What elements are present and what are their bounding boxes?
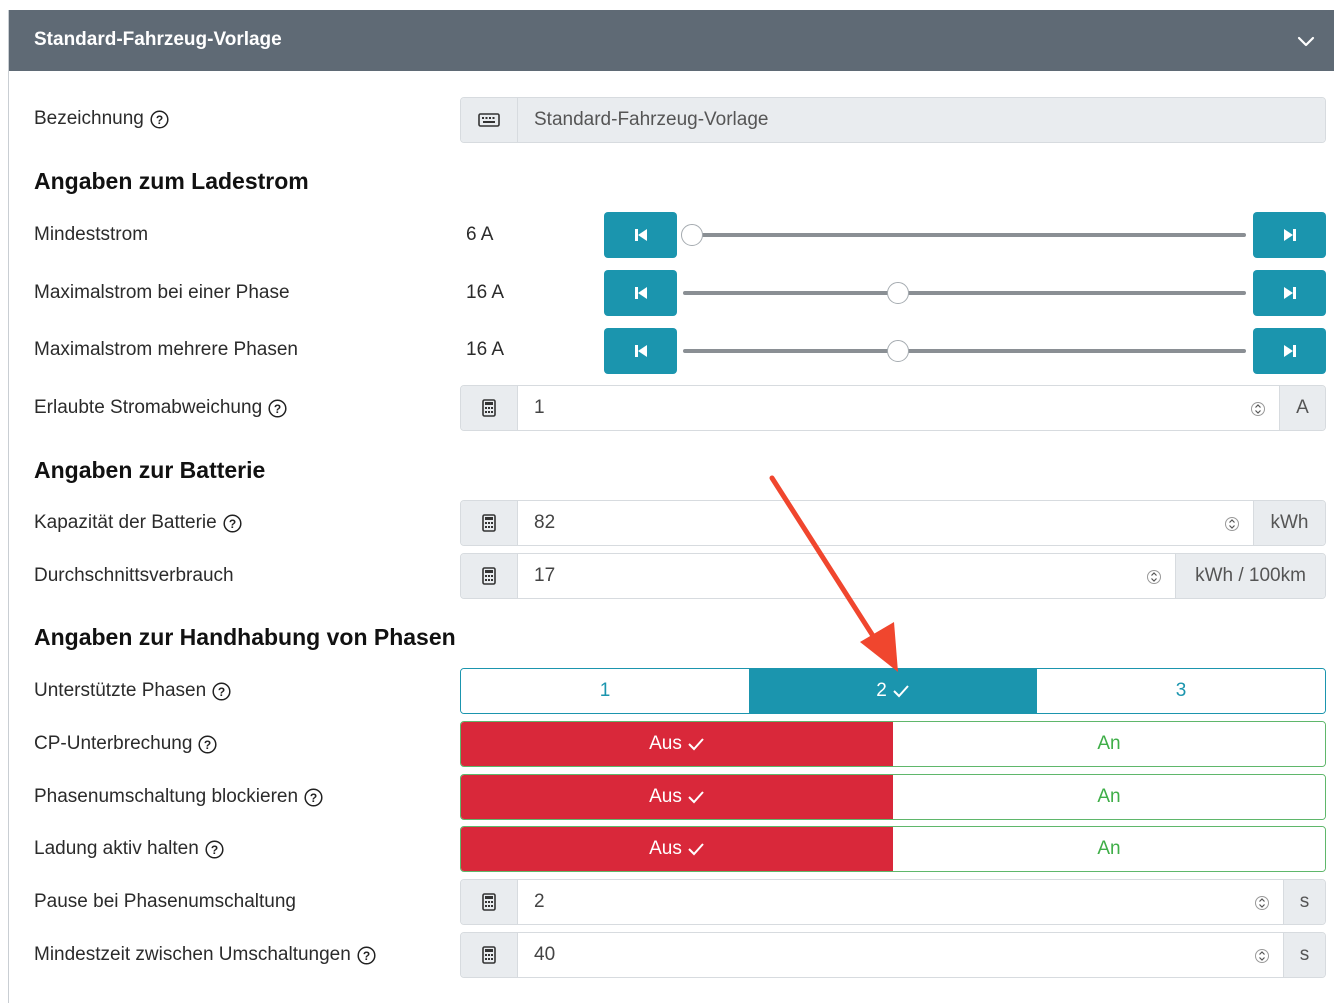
svg-text:?: ? — [211, 843, 218, 857]
calculator-icon — [461, 386, 518, 430]
svg-text:?: ? — [156, 113, 163, 127]
help-icon[interactable]: ? — [198, 734, 217, 754]
max-mehrere-phasen-decrease-button[interactable] — [604, 328, 677, 374]
help-icon[interactable]: ? — [205, 839, 224, 859]
svg-text:?: ? — [204, 738, 211, 752]
check-icon — [688, 738, 704, 751]
cp-unterbrechung-off-button[interactable]: Aus — [461, 722, 893, 766]
mindeststrom-increase-button[interactable] — [1253, 212, 1326, 258]
stromabweichung-label: Erlaubte Stromabweichung ? — [34, 397, 287, 419]
check-icon — [893, 685, 909, 698]
ladung-aktiv-off-button[interactable]: Aus — [461, 827, 893, 871]
kapazitaet-label: Kapazität der Batterie ? — [34, 512, 242, 534]
help-icon[interactable]: ? — [357, 945, 376, 965]
max-eine-phase-slider-thumb[interactable] — [886, 282, 909, 304]
mindeststrom-label: Mindeststrom — [34, 224, 149, 245]
spinner-icon[interactable] — [1225, 514, 1239, 534]
svg-text:?: ? — [310, 791, 317, 805]
max-eine-phase-value: 16 A — [466, 282, 505, 303]
card-title: Standard-Fahrzeug-Vorlage — [34, 29, 282, 50]
max-eine-phase-decrease-button[interactable] — [604, 270, 677, 316]
bezeichnung-input[interactable]: Standard-Fahrzeug-Vorlage — [518, 98, 1325, 142]
section-batterie: Angaben zur Batterie — [34, 457, 266, 483]
mindestzeit-input[interactable]: 40 — [518, 933, 1283, 977]
pause-input-group: 2 s — [460, 879, 1326, 925]
keyboard-icon — [461, 98, 518, 142]
max-mehrere-phasen-slider-track[interactable] — [683, 349, 1246, 353]
help-icon[interactable]: ? — [268, 398, 287, 418]
mindestzeit-unit: s — [1283, 933, 1325, 977]
phasenumschaltung-blockieren-on-button[interactable]: An — [893, 775, 1325, 819]
phase-option-3[interactable]: 3 — [1037, 669, 1325, 713]
chevron-down-icon[interactable] — [1295, 30, 1317, 52]
max-mehrere-phasen-label: Maximalstrom mehrere Phasen — [34, 339, 298, 360]
bezeichnung-input-group: Standard-Fahrzeug-Vorlage — [460, 97, 1326, 143]
check-icon — [688, 791, 704, 804]
mindestzeit-label: Mindestzeit zwischen Umschaltungen ? — [34, 944, 376, 966]
section-ladestrom: Angaben zum Ladestrom — [34, 168, 309, 194]
pause-unit: s — [1283, 880, 1325, 924]
verbrauch-label: Durchschnittsverbrauch — [34, 565, 234, 586]
spinner-icon[interactable] — [1147, 567, 1161, 587]
calculator-icon — [461, 501, 518, 545]
help-icon[interactable]: ? — [304, 787, 323, 807]
phase-option-1[interactable]: 1 — [461, 669, 749, 713]
svg-text:?: ? — [218, 685, 225, 699]
svg-text:?: ? — [274, 402, 281, 416]
max-mehrere-phasen-slider-thumb[interactable] — [886, 340, 909, 362]
mindeststrom-value: 6 A — [466, 224, 494, 245]
step-forward-icon — [1283, 345, 1296, 357]
annotation-arrow — [769, 475, 898, 672]
calculator-icon — [461, 554, 518, 598]
max-eine-phase-slider-track[interactable] — [683, 291, 1246, 295]
stromabweichung-input[interactable]: 1 — [518, 386, 1279, 430]
kapazitaet-unit: kWh — [1253, 501, 1325, 545]
pause-input[interactable]: 2 — [518, 880, 1283, 924]
cp-unterbrechung-toggle: Aus An — [460, 721, 1326, 767]
step-forward-icon — [1283, 287, 1296, 299]
calculator-icon — [461, 933, 518, 977]
cp-unterbrechung-label: CP-Unterbrechung ? — [34, 733, 217, 755]
mindeststrom-decrease-button[interactable] — [604, 212, 677, 258]
phasenumschaltung-blockieren-toggle: Aus An — [460, 774, 1326, 820]
step-backward-icon — [634, 229, 647, 241]
spinner-icon[interactable] — [1255, 893, 1269, 913]
cp-unterbrechung-on-button[interactable]: An — [893, 722, 1325, 766]
pause-label: Pause bei Phasenumschaltung — [34, 891, 296, 912]
spinner-icon[interactable] — [1251, 399, 1265, 419]
phasenumschaltung-blockieren-label: Phasenumschaltung blockieren ? — [34, 786, 323, 808]
svg-text:?: ? — [363, 949, 370, 963]
step-backward-icon — [634, 345, 647, 357]
bezeichnung-label: Bezeichnung ? — [34, 108, 169, 130]
unterstuetzte-phasen-label: Unterstützte Phasen ? — [34, 680, 231, 702]
card-header[interactable]: Standard-Fahrzeug-Vorlage — [9, 10, 1334, 71]
max-mehrere-phasen-increase-button[interactable] — [1253, 328, 1326, 374]
spinner-icon[interactable] — [1255, 946, 1269, 966]
max-eine-phase-label: Maximalstrom bei einer Phase — [34, 282, 290, 303]
mindeststrom-slider-track[interactable] — [683, 233, 1246, 237]
mindeststrom-slider-thumb[interactable] — [681, 224, 703, 246]
stromabweichung-unit: A — [1279, 386, 1325, 430]
calculator-icon — [461, 880, 518, 924]
help-icon[interactable]: ? — [150, 109, 169, 129]
phasenumschaltung-blockieren-off-button[interactable]: Aus — [461, 775, 893, 819]
ladung-aktiv-on-button[interactable]: An — [893, 827, 1325, 871]
mindestzeit-input-group: 40 s — [460, 932, 1326, 978]
section-phasen: Angaben zur Handhabung von Phasen — [34, 624, 456, 650]
svg-text:?: ? — [229, 517, 236, 531]
verbrauch-unit: kWh / 100km — [1175, 554, 1325, 598]
stromabweichung-input-group: 1 A — [460, 385, 1326, 431]
ladung-aktiv-label: Ladung aktiv halten ? — [34, 838, 224, 860]
step-backward-icon — [634, 287, 647, 299]
help-icon[interactable]: ? — [223, 513, 242, 533]
help-icon[interactable]: ? — [212, 681, 231, 701]
check-icon — [688, 843, 704, 856]
step-forward-icon — [1283, 229, 1296, 241]
ladung-aktiv-toggle: Aus An — [460, 826, 1326, 872]
max-mehrere-phasen-value: 16 A — [466, 339, 505, 360]
max-eine-phase-increase-button[interactable] — [1253, 270, 1326, 316]
